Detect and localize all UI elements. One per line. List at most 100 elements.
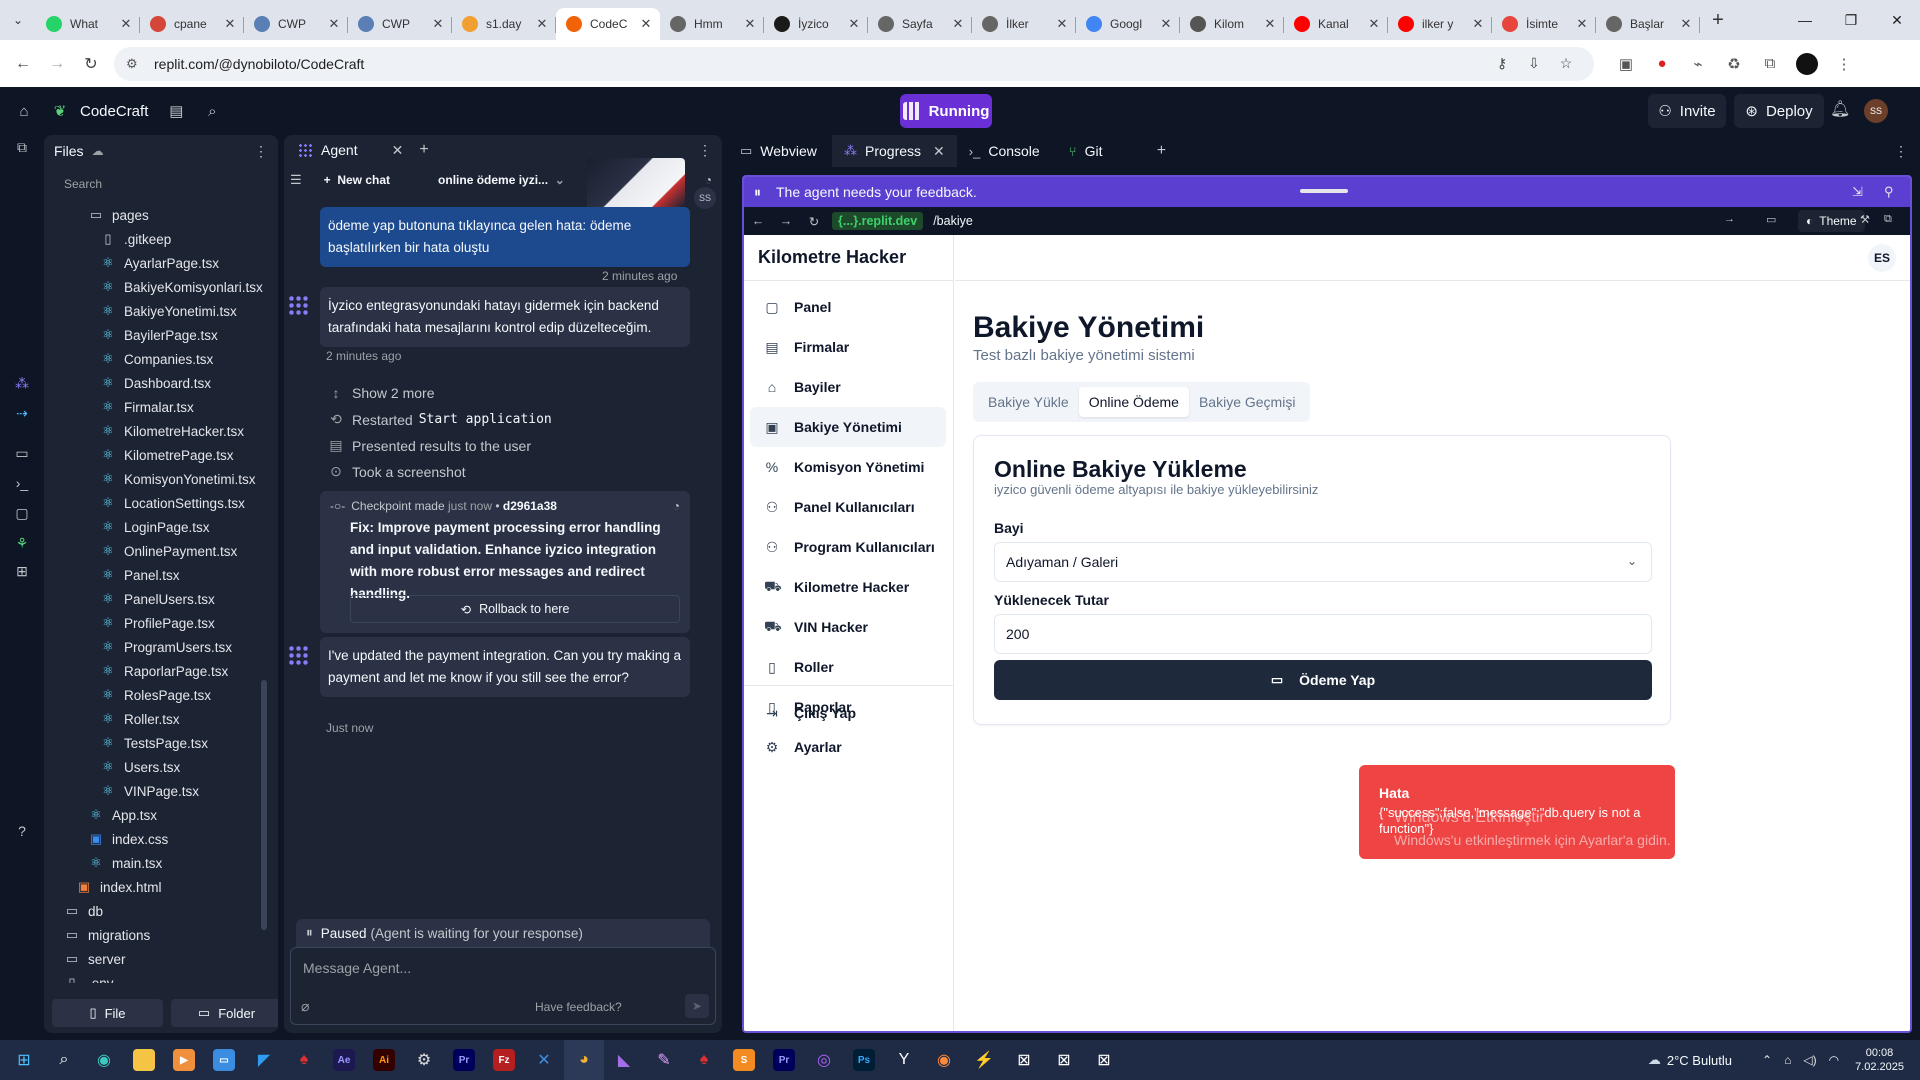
file-tree-item[interactable]: ⚛ BakiyeYonetimi.tsx	[44, 299, 266, 323]
vscode-icon[interactable]: ◤	[244, 1040, 284, 1080]
site-info-icon[interactable]: ⚙	[126, 56, 148, 72]
agent-rail-icon[interactable]: ⁂	[10, 371, 34, 395]
premiere-icon[interactable]: Pr	[764, 1040, 804, 1080]
tray-chevron-icon[interactable]: ⌃	[1762, 1053, 1772, 1067]
browser-tab[interactable]: s1.day ✕	[452, 8, 556, 40]
add-folder-button[interactable]: ▭ Folder	[171, 999, 278, 1027]
after-effects-icon[interactable]: Ae	[324, 1040, 364, 1080]
close-tab-icon[interactable]: ✕	[1470, 16, 1486, 32]
forward-icon[interactable]: →	[40, 55, 74, 73]
premiere-icon[interactable]: Pr	[444, 1040, 484, 1080]
chat-title-dropdown[interactable]: online ödeme iyzi... ⌄	[438, 173, 565, 187]
agent-message-input[interactable]: Message Agent... ⌀ Have feedback? ➤	[290, 947, 716, 1025]
restore-icon[interactable]: ❐	[1828, 0, 1874, 40]
browser-tab[interactable]: CWP ✕	[244, 8, 348, 40]
back-icon[interactable]: ←	[6, 55, 40, 73]
webview-path[interactable]: /bakiye	[933, 214, 973, 228]
files-search-input[interactable]: Search	[62, 171, 268, 197]
weather-widget[interactable]: ☁ 2°C Bulutlu	[1648, 1052, 1732, 1068]
sublime-icon[interactable]: S	[724, 1040, 764, 1080]
file-tree-item[interactable]: ⚛ Users.tsx	[44, 755, 266, 779]
edge-icon[interactable]: ◉	[84, 1040, 124, 1080]
file-tree-item[interactable]: ▣ index.html	[44, 875, 266, 899]
minimize-banner-icon[interactable]: ⇲	[1852, 184, 1863, 200]
app-icon[interactable]: ⚡	[964, 1040, 1004, 1080]
send-icon[interactable]: ➤	[685, 994, 709, 1018]
visual-studio-icon[interactable]: ◣	[604, 1040, 644, 1080]
close-tab-icon[interactable]: ✕	[326, 16, 342, 32]
browser-tab[interactable]: CodeC ✕	[556, 8, 660, 40]
file-tree-item[interactable]: ⚛ Companies.tsx	[44, 347, 266, 371]
extensions-puzzle-icon[interactable]: ⧉	[1752, 55, 1788, 72]
close-tab-icon[interactable]: ✕	[1054, 16, 1070, 32]
run-button[interactable]: Running	[900, 94, 992, 128]
recycle-extension-icon[interactable]: ♻	[1716, 55, 1752, 73]
close-tab-icon[interactable]: ✕	[846, 16, 862, 32]
balance-tab[interactable]: Bakiye Yükle	[978, 387, 1079, 417]
agent-menu-icon[interactable]: ⋮	[698, 142, 712, 159]
help-icon[interactable]: ?	[10, 819, 34, 843]
tab-git[interactable]: ⑂ Git	[1057, 135, 1151, 167]
tab-progress[interactable]: ⁂ Progress ✕	[832, 135, 957, 167]
profile-avatar[interactable]	[1796, 52, 1818, 75]
photoshop-icon[interactable]: Ps	[844, 1040, 884, 1080]
add-file-button[interactable]: ▯ File	[52, 999, 163, 1027]
browser-tab[interactable]: ilker y ✕	[1388, 8, 1492, 40]
file-tree-item[interactable]: ⚛ KomisyonYonetimi.tsx	[44, 467, 266, 491]
file-tree-item[interactable]: ⚛ VINPage.tsx	[44, 779, 266, 803]
open-new-window-icon[interactable]: ⧉	[1884, 213, 1892, 226]
file-tree-item[interactable]: ▭ pages	[44, 203, 266, 227]
add-tab-icon[interactable]: +	[1157, 142, 1166, 160]
file-tree-item[interactable]: ⚛ RaporlarPage.tsx	[44, 659, 266, 683]
app-icon[interactable]: ♠	[684, 1040, 724, 1080]
speed-icon[interactable]: ◔	[705, 173, 712, 187]
webview-back-icon[interactable]: ←	[744, 214, 772, 228]
close-tab-icon[interactable]: ✕	[222, 16, 238, 32]
user-avatar[interactable]: ES	[1868, 244, 1896, 272]
preview-rail-icon[interactable]: ▢	[10, 501, 34, 525]
assistant-rail-icon[interactable]: ⇢	[10, 401, 34, 425]
close-tab-icon[interactable]: ✕	[1678, 16, 1694, 32]
deploy-button[interactable]: ⊛ Deploy	[1734, 94, 1824, 128]
browser-tab[interactable]: What ✕	[36, 8, 140, 40]
filezilla-like-icon[interactable]: ♠	[284, 1040, 324, 1080]
install-app-icon[interactable]: ⇩	[1518, 55, 1550, 72]
add-tab-icon[interactable]: +	[419, 141, 428, 159]
devices-icon[interactable]: ▭	[1766, 213, 1776, 226]
close-tab-icon[interactable]: ✕	[1574, 16, 1590, 32]
user-avatar[interactable]: SS	[1864, 99, 1888, 123]
balance-tab[interactable]: Bakiye Geçmişi	[1189, 387, 1305, 417]
all-tools-icon[interactable]: ⊞	[10, 559, 34, 583]
xampp-icon[interactable]: ✕	[524, 1040, 564, 1080]
close-tab-icon[interactable]: ✕	[430, 16, 446, 32]
file-tree-item[interactable]: ⚛ KilometrePage.tsx	[44, 443, 266, 467]
close-tab-icon[interactable]: ✕	[638, 16, 654, 32]
file-tree-item[interactable]: ⚛ TestsPage.tsx	[44, 731, 266, 755]
app-icon[interactable]: ✎	[644, 1040, 684, 1080]
file-tree-item[interactable]: ⚛ main.tsx	[44, 851, 266, 875]
illustrator-icon[interactable]: Ai	[364, 1040, 404, 1080]
pane-menu-icon[interactable]: ⋮	[1894, 143, 1908, 160]
browser-tab[interactable]: cpane ✕	[140, 8, 244, 40]
opera-icon[interactable]: ●	[1644, 55, 1680, 72]
logout-button[interactable]: ⇥ Çıkış Yap	[750, 693, 946, 733]
browser-tab[interactable]: İyzico ✕	[764, 8, 868, 40]
git-rail-icon[interactable]: ⚘	[10, 531, 34, 555]
file-tree-item[interactable]: ⚛ Panel.tsx	[44, 563, 266, 587]
file-tree-item[interactable]: ▭ migrations	[44, 923, 266, 947]
capcut-icon[interactable]: ⊠	[1004, 1040, 1044, 1080]
file-tree-item[interactable]: ⚛ App.tsx	[44, 803, 266, 827]
reload-icon[interactable]: ↻	[74, 54, 108, 74]
files-panel-icon[interactable]: ⧉	[10, 135, 34, 159]
volume-icon[interactable]: ◁)	[1803, 1053, 1816, 1067]
nav-item[interactable]: ▣ Bakiye Yönetimi	[750, 407, 946, 447]
file-tree-item[interactable]: ▭ server	[44, 947, 266, 971]
yandex-icon[interactable]: Y	[884, 1040, 924, 1080]
file-tree-item[interactable]: ⚛ OnlinePayment.tsx	[44, 539, 266, 563]
webview-rail-icon[interactable]: ▭	[10, 441, 34, 465]
nav-item[interactable]: ⚇ Program Kullanıcıları	[750, 527, 946, 567]
browser-tab[interactable]: Googl ✕	[1076, 8, 1180, 40]
tab-console[interactable]: ›_ Console	[957, 135, 1057, 167]
capcut-icon[interactable]: ⊠	[1044, 1040, 1084, 1080]
home-icon[interactable]: ⌂	[12, 99, 36, 123]
